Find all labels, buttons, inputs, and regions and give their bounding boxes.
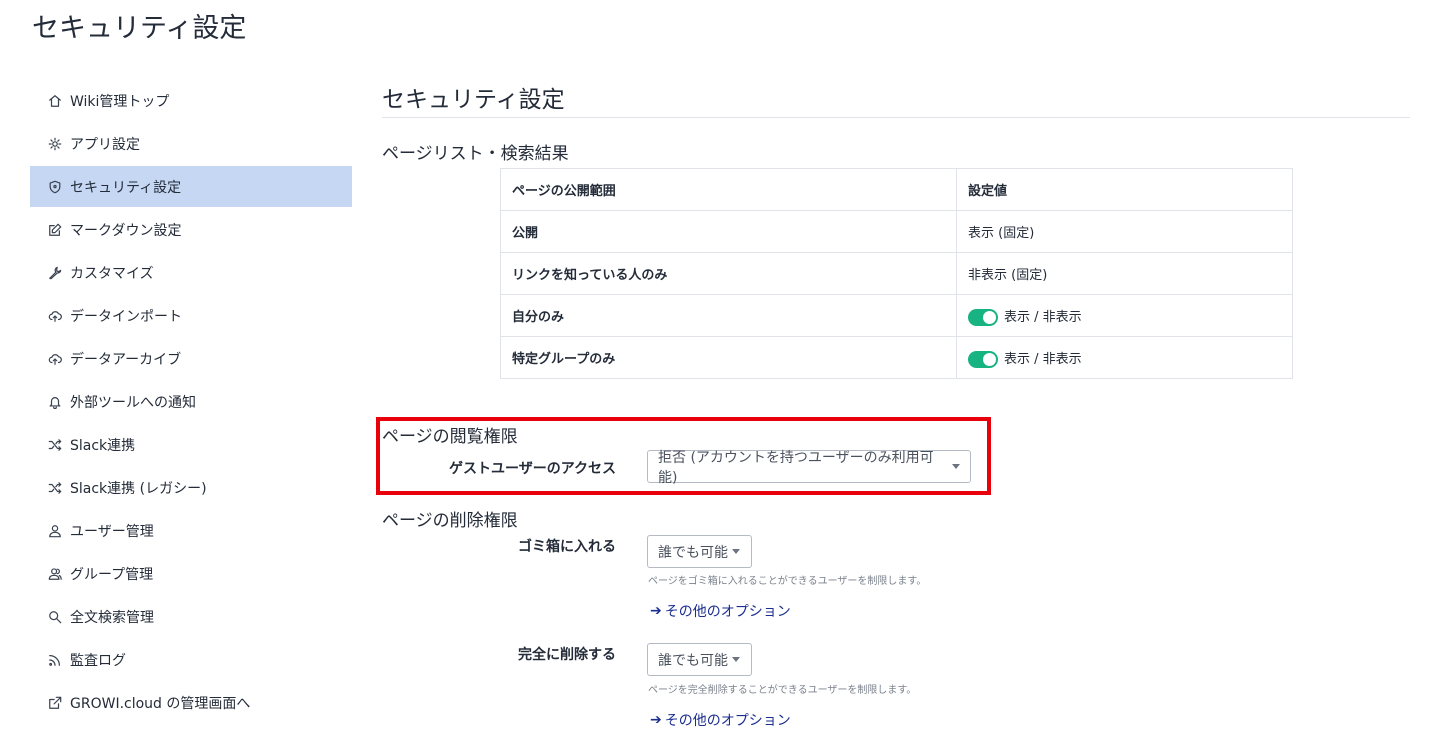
sidebar-item[interactable]: カスタマイズ [30,251,352,294]
header-value: 設定値 [956,168,1293,211]
sidebar-item[interactable]: セキュリティ設定 [30,166,352,207]
user-icon [47,523,63,539]
table-row: 公開 表示 (固定) [500,210,1293,253]
sidebar-item[interactable]: 監査ログ [30,638,352,681]
sidebar-item-label: 監査ログ [70,652,126,669]
row-value-cell: 表示 / 非表示 [956,294,1293,337]
shield-icon [47,179,63,195]
guest-access-value: 拒否 (アカウントを持つユーザーのみ利用可能) [658,449,934,486]
rss-icon [47,652,63,668]
page-list-title: ページリスト・検索結果 [382,144,569,164]
sidebar-item[interactable]: ユーザー管理 [30,509,352,552]
arrow-right-icon: ➔ [650,712,662,728]
complete-delete-select[interactable]: 誰でも可能 [647,643,752,676]
table-row: リンクを知っている人のみ 非表示 (固定) [500,252,1293,295]
sidebar-item-label: 外部ツールへの通知 [70,394,196,411]
sidebar-item[interactable]: グループ管理 [30,552,352,595]
shuffle-icon [47,437,63,453]
row-value: 表示 (固定) [956,210,1293,253]
users-icon [47,566,63,582]
section-heading: セキュリティ設定 [382,80,1410,118]
admin-sidebar: Wiki管理トップ アプリ設定セキュリティ設定 マークダウン設定 カスタマイズデータイ… [30,79,352,724]
sidebar-item[interactable]: GROWI.cloud の管理画面へ [30,681,352,724]
sidebar-item[interactable]: アプリ設定 [30,122,352,165]
sidebar-item-label: Slack連携 [70,437,136,454]
sidebar-item[interactable]: Slack連携 (レガシー) [30,466,352,509]
complete-delete-label: 完全に削除する [518,647,616,663]
complete-more-label: その他のオプション [664,713,791,729]
sidebar-item-label: マークダウン設定 [70,222,182,239]
sidebar-item[interactable]: 全文検索管理 [30,595,352,638]
row-value: 表示 / 非表示 [1004,309,1082,325]
sidebar-item-label: データインポート [70,308,182,325]
sidebar-item-label: データアーカイブ [70,351,182,368]
external-link-icon [47,695,63,711]
cloud-upload-icon [47,351,63,367]
caret-down-icon [732,657,740,662]
sidebar-item-label: 全文検索管理 [70,609,154,626]
toggle-switch[interactable] [968,350,998,368]
complete-more-options-link[interactable]: ➔ その他のオプション [650,710,791,730]
table-header-row: ページの公開範囲 設定値 [500,168,1293,211]
sidebar-item-label: GROWI.cloud の管理画面へ [70,695,251,712]
arrow-right-icon: ➔ [650,603,662,619]
gear-icon [47,136,63,152]
sidebar-item-label: グループ管理 [70,566,154,583]
row-scope: 特定グループのみ [500,336,957,379]
row-value-cell: 表示 / 非表示 [956,336,1293,379]
sidebar-item[interactable]: データインポート [30,294,352,337]
visibility-table: ページの公開範囲 設定値 公開 表示 (固定) リンクを知っている人のみ 非表示… [500,168,1293,379]
guest-access-select[interactable]: 拒否 (アカウントを持つユーザーのみ利用可能) [647,450,971,486]
trash-more-options-link[interactable]: ➔ その他のオプション [650,601,791,621]
row-value: 非表示 (固定) [956,252,1293,295]
sidebar-item-label: ユーザー管理 [70,523,154,540]
sidebar-item[interactable]: データアーカイブ [30,337,352,380]
wrench-icon [47,265,63,281]
search-icon [47,609,63,625]
caret-down-icon [952,464,960,469]
delete-permission-title: ページの削除権限 [382,511,518,531]
trash-value: 誰でも可能 [658,544,728,561]
table-row: 特定グループのみ 表示 / 非表示 [500,336,1293,379]
sidebar-item[interactable]: マークダウン設定 [30,208,352,251]
sidebar-item[interactable]: Wiki管理トップ [30,79,352,122]
home-icon [47,93,63,109]
sidebar-item[interactable]: 外部ツールへの通知 [30,380,352,423]
bell-icon [47,394,63,410]
header-scope: ページの公開範囲 [500,168,957,211]
shuffle-icon [47,480,63,496]
complete-delete-value: 誰でも可能 [658,652,728,669]
sidebar-item-label: セキュリティ設定 [70,179,182,196]
main-content: セキュリティ設定 ページリスト・検索結果 ページの公開範囲 設定値 公開 表示 … [376,80,1410,729]
cloud-upload-icon [47,308,63,324]
trash-label: ゴミ箱に入れる [518,539,616,555]
toggle-switch[interactable] [968,308,998,326]
row-scope: 公開 [500,210,957,253]
sidebar-item-label: カスタマイズ [70,265,154,282]
trash-hint: ページをゴミ箱に入れることができるユーザーを制限します。 [648,576,927,587]
table-row: 自分のみ 表示 / 非表示 [500,294,1293,337]
row-scope: リンクを知っている人のみ [500,252,957,295]
sidebar-item[interactable]: Slack連携 [30,423,352,466]
trash-select[interactable]: 誰でも可能 [647,535,752,568]
trash-more-label: その他のオプション [664,604,791,620]
row-scope: 自分のみ [500,294,957,337]
complete-delete-hint: ページを完全削除することができるユーザーを制限します。 [648,685,917,696]
row-value: 表示 / 非表示 [1004,351,1082,367]
caret-down-icon [732,549,740,554]
sidebar-item-label: アプリ設定 [70,136,140,153]
page-title: セキュリティ設定 [32,13,247,44]
guest-access-label: ゲストユーザーのアクセス [448,461,616,477]
edit-icon [47,222,63,238]
sidebar-item-label: Slack連携 (レガシー) [70,480,207,497]
sidebar-item-label: Wiki管理トップ [70,93,170,110]
view-permission-title: ページの閲覧権限 [382,427,518,447]
